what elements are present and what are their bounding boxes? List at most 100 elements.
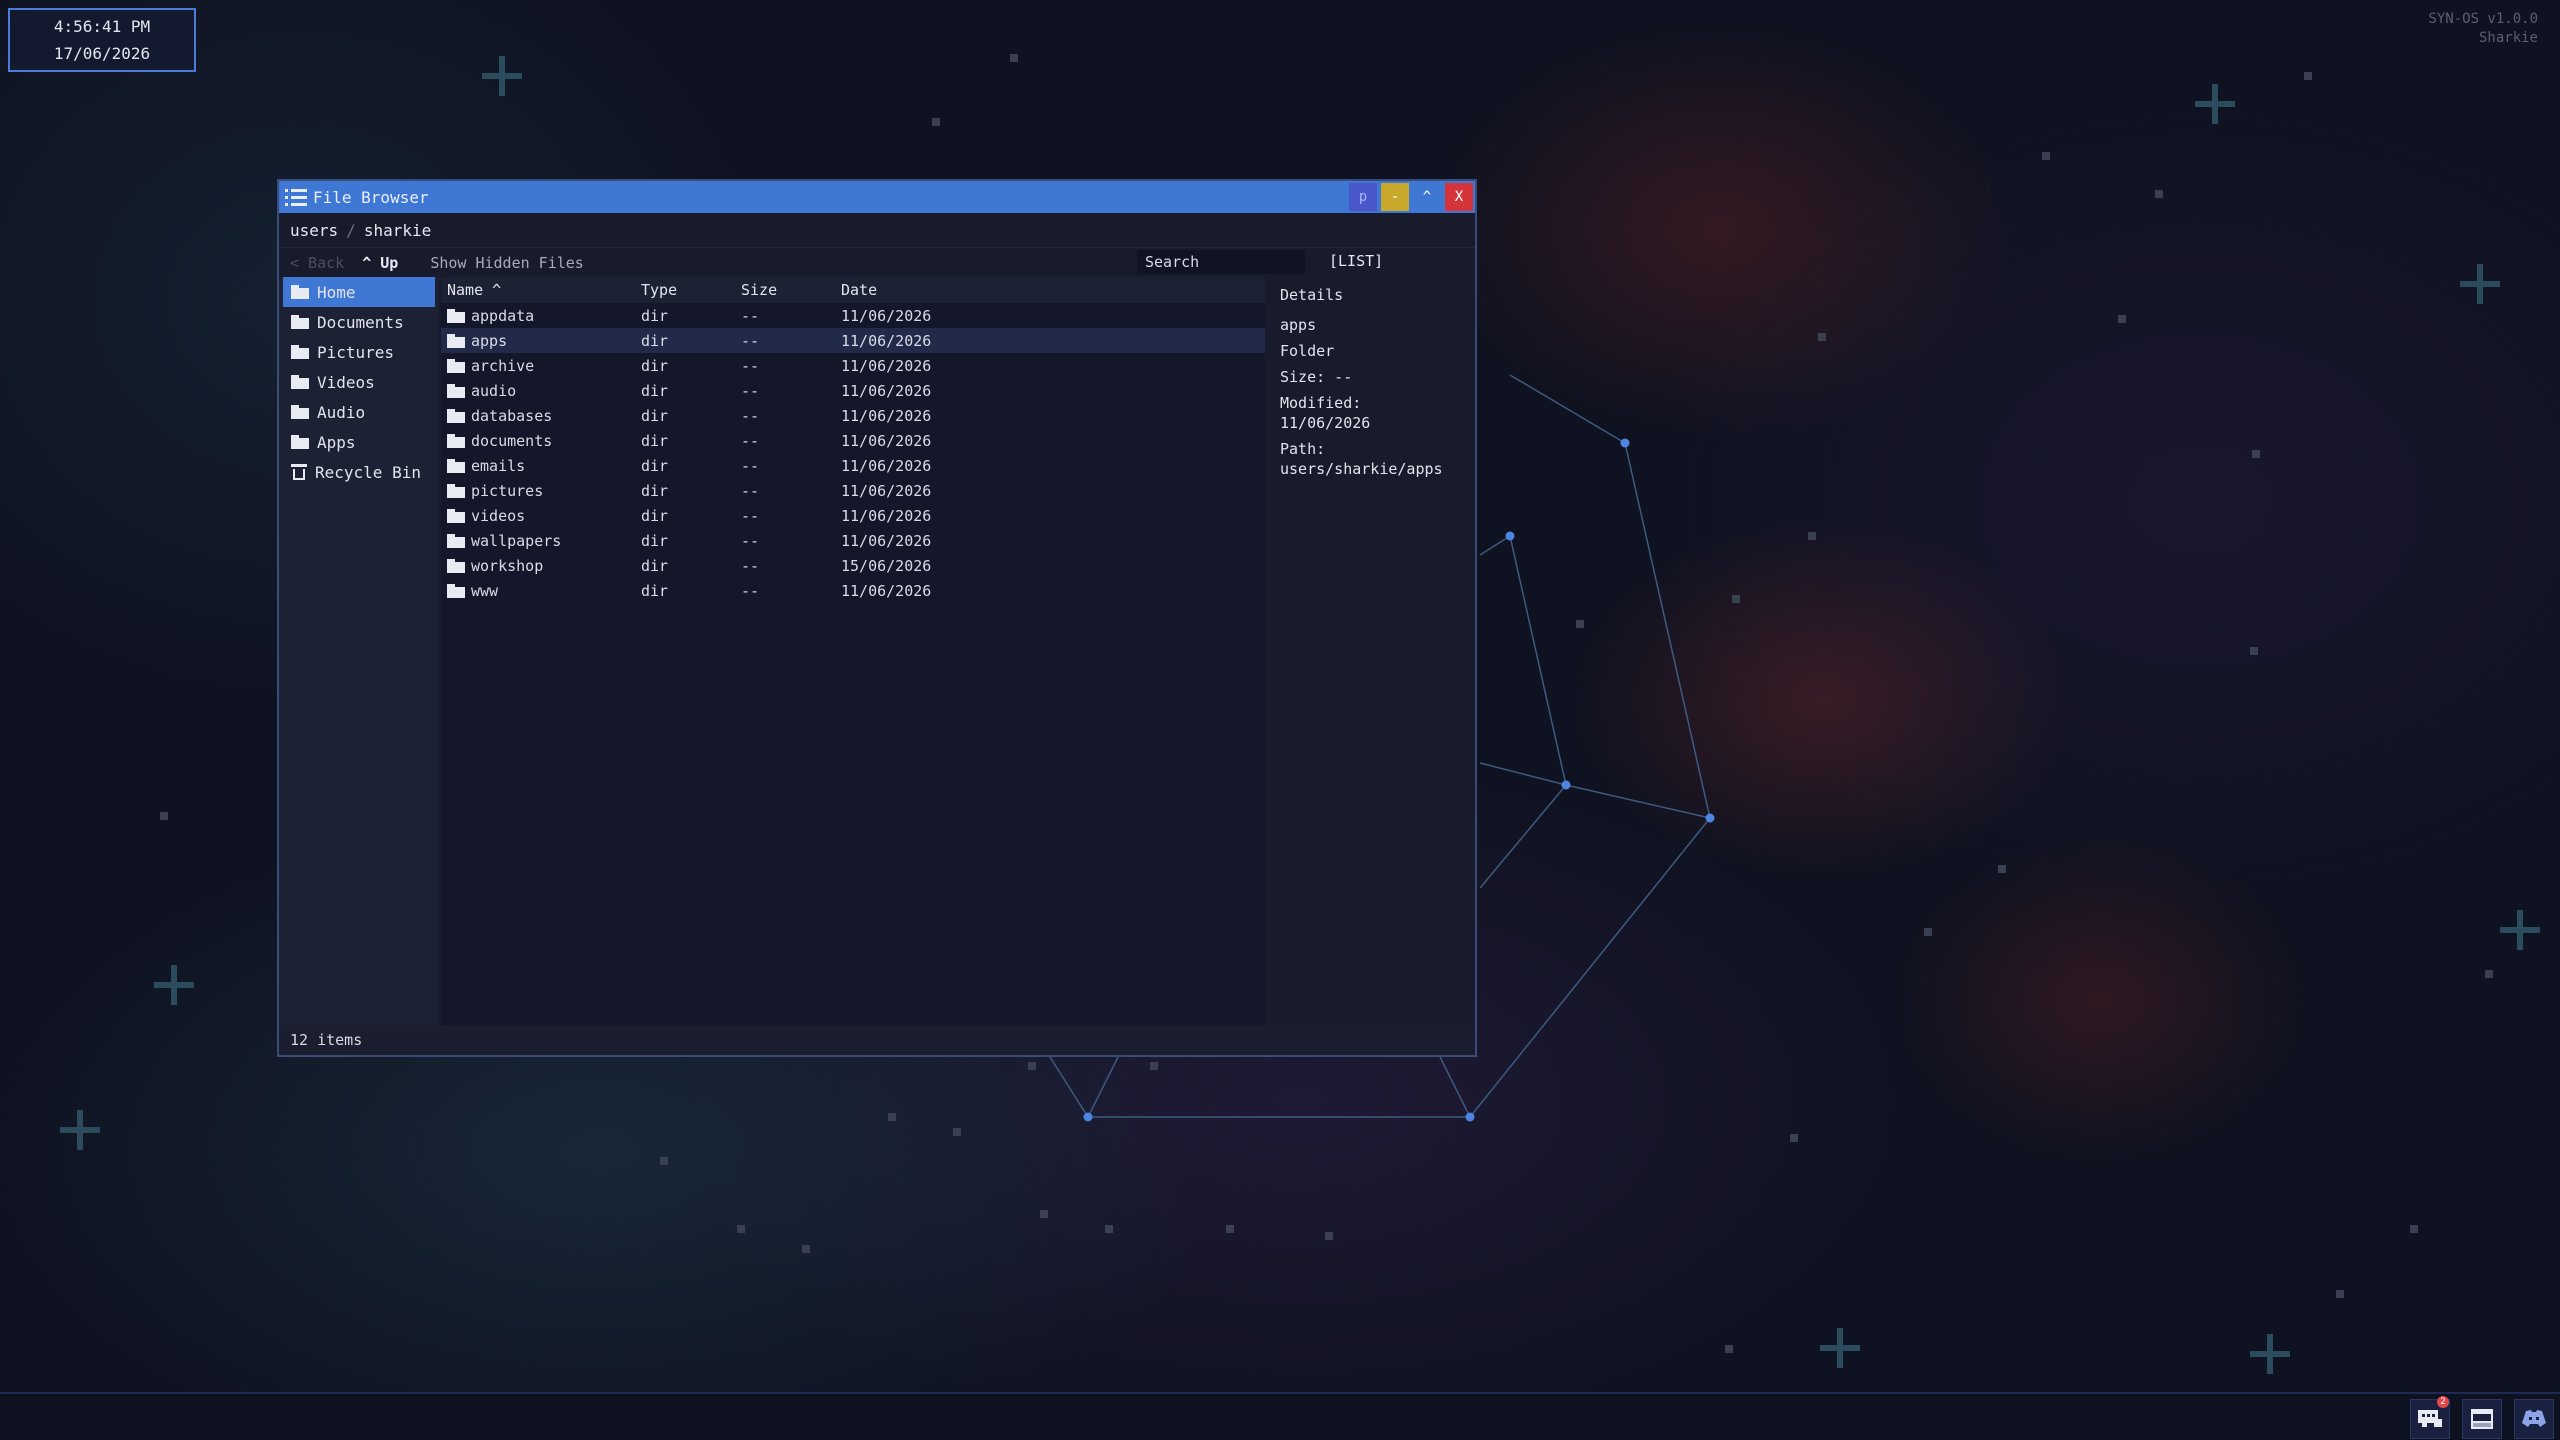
file-date: 11/06/2026 (841, 381, 932, 400)
file-type: dir (641, 481, 669, 500)
sidebar-item-label: Recycle Bin (315, 462, 421, 482)
file-type: dir (641, 556, 669, 575)
file-row-workshop[interactable]: workshop dir -- 15/06/2026 (441, 553, 1265, 578)
file-row-wallpapers[interactable]: wallpapers dir -- 11/06/2026 (441, 528, 1265, 553)
file-date: 11/06/2026 (841, 581, 932, 600)
sidebar-item-home[interactable]: Home (283, 277, 435, 307)
file-name: pictures (441, 482, 641, 500)
trash-icon (291, 464, 307, 480)
file-row-www[interactable]: www dir -- 11/06/2026 (441, 578, 1265, 603)
maximize-button[interactable]: ^ (1413, 183, 1441, 211)
file-name-text: databases (471, 406, 553, 425)
file-name-text: workshop (471, 556, 544, 575)
sidebar-item-pictures[interactable]: Pictures (283, 337, 435, 367)
file-row-appdata[interactable]: appdata dir -- 11/06/2026 (441, 303, 1265, 328)
sidebar-item-label: Documents (317, 312, 404, 332)
sidebar-item-label: Audio (317, 402, 366, 422)
folder-icon (291, 375, 309, 389)
file-row-databases[interactable]: databases dir -- 11/06/2026 (441, 403, 1265, 428)
file-name: audio (441, 382, 641, 400)
sidebar-item-label: Apps (317, 432, 356, 452)
file-size: -- (741, 581, 760, 600)
file-size: -- (741, 381, 760, 400)
file-name: workshop (441, 557, 641, 575)
chat-icon[interactable]: 2 (2410, 1396, 2450, 1439)
file-row-emails[interactable]: emails dir -- 11/06/2026 (441, 453, 1265, 478)
back-button[interactable]: < Back (290, 254, 344, 272)
file-size: -- (741, 481, 760, 500)
clock-widget: 4:56:41 PM 17/06/2026 (8, 8, 196, 72)
p-button[interactable]: p (1349, 183, 1377, 211)
window-icon[interactable] (2462, 1399, 2502, 1439)
details-path-label: Path: (1280, 440, 1326, 458)
sidebar-item-recycle-bin[interactable]: Recycle Bin (283, 457, 435, 487)
column-date[interactable]: Date (841, 281, 1041, 299)
up-button[interactable]: ^ Up (362, 254, 398, 272)
file-date: 11/06/2026 (841, 456, 932, 475)
details-modified-label: Modified: (1280, 394, 1362, 412)
folder-icon (447, 308, 465, 323)
column-type[interactable]: Type (641, 281, 741, 299)
details-modified-value: 11/06/2026 (1280, 414, 1371, 432)
file-row-videos[interactable]: videos dir -- 11/06/2026 (441, 503, 1265, 528)
file-row-apps[interactable]: apps dir -- 11/06/2026 (441, 328, 1265, 353)
folder-icon (291, 345, 309, 359)
file-date: 11/06/2026 (841, 331, 932, 350)
folder-icon (447, 433, 465, 448)
file-date: 11/06/2026 (841, 506, 932, 525)
search-input[interactable]: Search (1137, 250, 1305, 274)
file-name: databases (441, 407, 641, 425)
minimize-button[interactable]: - (1381, 183, 1409, 211)
file-size: -- (741, 531, 760, 550)
file-row-pictures[interactable]: pictures dir -- 11/06/2026 (441, 478, 1265, 503)
file-type: dir (641, 431, 669, 450)
discord-icon[interactable] (2514, 1399, 2554, 1439)
folder-icon (291, 435, 309, 449)
file-date: 11/06/2026 (841, 306, 932, 325)
file-size: -- (741, 456, 760, 475)
folder-icon (447, 383, 465, 398)
window-titlebar[interactable]: File Browser p - ^ X (279, 181, 1475, 213)
file-name-text: videos (471, 506, 526, 525)
breadcrumb-sharkie[interactable]: sharkie (364, 221, 431, 240)
file-type: dir (641, 506, 669, 525)
folder-icon (447, 508, 465, 523)
view-mode-button[interactable]: [LIST] (1329, 252, 1383, 270)
file-name-text: appdata (471, 306, 535, 325)
file-date: 15/06/2026 (841, 556, 932, 575)
show-hidden-files-toggle[interactable]: Show Hidden Files (430, 254, 584, 272)
details-heading: Details (1280, 286, 1344, 304)
breadcrumb-users[interactable]: users (290, 221, 338, 240)
details-kind: Folder (1280, 342, 1335, 360)
file-list: Name ^ Type Size Date appdata dir -- 11/06/… (441, 277, 1265, 1027)
file-row-documents[interactable]: documents dir -- 11/06/2026 (441, 428, 1265, 453)
file-type: dir (641, 531, 669, 550)
sidebar-item-apps[interactable]: Apps (283, 427, 435, 457)
column-name[interactable]: Name ^ (441, 281, 641, 299)
column-size[interactable]: Size (741, 281, 841, 299)
folder-icon (447, 533, 465, 548)
file-date: 11/06/2026 (841, 531, 932, 550)
folder-icon (447, 558, 465, 573)
folder-icon (291, 405, 309, 419)
close-button[interactable]: X (1445, 183, 1473, 211)
file-name: archive (441, 357, 641, 375)
file-row-archive[interactable]: archive dir -- 11/06/2026 (441, 353, 1265, 378)
folder-icon (447, 333, 465, 348)
sidebar: Home Documents Pictures Videos Audio App… (279, 277, 439, 1027)
file-size: -- (741, 431, 760, 450)
menu-icon[interactable] (285, 187, 307, 207)
file-row-audio[interactable]: audio dir -- 11/06/2026 (441, 378, 1265, 403)
sidebar-item-videos[interactable]: Videos (283, 367, 435, 397)
file-size: -- (741, 506, 760, 525)
file-size: -- (741, 331, 760, 350)
sidebar-item-documents[interactable]: Documents (283, 307, 435, 337)
status-bar: 12 items (279, 1025, 1475, 1055)
details-size: Size: -- (1280, 368, 1353, 386)
taskbar: 2 (0, 1392, 2560, 1440)
file-date: 11/06/2026 (841, 431, 932, 450)
details-name: apps (1280, 316, 1317, 334)
sidebar-item-audio[interactable]: Audio (283, 397, 435, 427)
file-size: -- (741, 356, 760, 375)
clock-date: 17/06/2026 (53, 44, 151, 63)
